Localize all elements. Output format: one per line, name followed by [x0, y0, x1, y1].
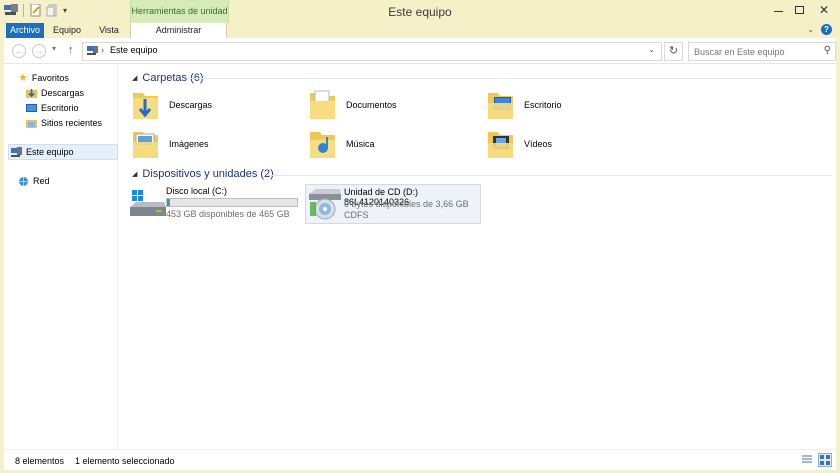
drive-usage-bar — [166, 198, 298, 207]
sidebar-item-este-equipo[interactable]: Este equipo — [8, 144, 118, 160]
collapse-chevron-icon[interactable]: ◢ — [132, 75, 137, 82]
large-icons-view-button[interactable] — [818, 453, 832, 467]
drive-name: Disco local (C:) — [166, 186, 228, 196]
details-view-button[interactable] — [801, 453, 813, 465]
downloads-folder-icon — [133, 93, 158, 119]
close-icon: ✕ — [818, 3, 830, 17]
address-bar[interactable]: › Este equipo ⌄ — [82, 42, 662, 61]
tab-archivo[interactable]: Archivo — [6, 23, 44, 38]
search-box[interactable]: ⚲ — [688, 42, 836, 61]
sidebar-item-red[interactable]: Red — [18, 174, 50, 188]
ribbon-tab-row: Archivo Equipo Vista Administrar — [0, 23, 840, 38]
sidebar-item-label: Red — [33, 176, 50, 186]
sidebar-item-descargas[interactable]: Descargas — [26, 86, 84, 100]
folder-label: Imágenes — [169, 139, 209, 149]
folder-label: Documentos — [346, 100, 397, 110]
minimize-icon — [773, 11, 783, 12]
navigation-bar: ← → ▾ ↑ › Este equipo ⌄ ↻ ⚲ — [4, 38, 836, 64]
content-area: ★ Favoritos Descargas Escritorio Sitios … — [4, 64, 836, 449]
drive-tile-cd[interactable]: Unidad de CD (D:) 86L4120140326 0 bytes … — [305, 184, 481, 224]
drive-free-space: 0 bytes disponibles de 3,66 GB — [344, 199, 469, 209]
refresh-icon: ↻ — [668, 45, 679, 57]
explorer-window: ▾ Herramientas de unidad Este equipo ✕ A… — [0, 0, 840, 473]
recent-places-icon — [26, 119, 37, 128]
folder-tile-escritorio[interactable]: Escritorio — [486, 89, 656, 125]
sidebar-item-label: Escritorio — [41, 103, 79, 113]
sidebar-item-favoritos[interactable]: ★ Favoritos — [18, 71, 69, 85]
forward-button[interactable]: → — [32, 44, 46, 58]
tab-vista[interactable]: Vista — [92, 23, 126, 38]
group-divider — [190, 78, 832, 79]
selection-count: 1 elemento seleccionado — [75, 456, 175, 466]
tab-equipo[interactable]: Equipo — [50, 23, 84, 38]
forward-arrow-icon: → — [34, 46, 44, 56]
folder-tile-musica[interactable]: Música — [308, 128, 478, 164]
search-icon: ⚲ — [823, 45, 831, 56]
documents-folder-icon — [310, 90, 335, 119]
large-icons-view-icon — [820, 455, 830, 465]
group-divider — [266, 175, 832, 176]
collapse-chevron-icon[interactable]: ◢ — [132, 171, 137, 178]
desktop-icon — [26, 103, 37, 112]
navigation-pane: ★ Favoritos Descargas Escritorio Sitios … — [4, 64, 118, 449]
item-count: 8 elementos — [15, 456, 65, 466]
folder-label: Descargas — [169, 100, 213, 110]
up-arrow-icon: ↑ — [68, 44, 74, 56]
star-icon: ★ — [18, 72, 28, 84]
breadcrumb-item[interactable]: Este equipo — [110, 45, 158, 55]
pictures-folder-icon — [133, 132, 158, 158]
status-bar: 8 elementos 1 elemento seleccionado — [4, 449, 836, 470]
window-title: Este equipo — [388, 5, 452, 19]
group-header-label: Dispositivos y unidades (2) — [142, 168, 274, 180]
cd-drive-icon — [309, 189, 341, 220]
back-arrow-icon: ← — [14, 46, 24, 56]
drive-usage-fill — [167, 199, 171, 206]
downloads-icon — [26, 88, 37, 98]
title-bar: ▾ Herramientas de unidad Este equipo ✕ — [0, 0, 840, 23]
computer-icon — [11, 146, 22, 157]
computer-small-icon — [87, 46, 98, 55]
sidebar-item-label: Este equipo — [26, 147, 74, 157]
up-button[interactable]: ↑ — [68, 44, 74, 56]
folder-tile-videos[interactable]: Vídeos — [486, 128, 656, 164]
details-view-icon — [802, 455, 812, 463]
folder-tile-descargas[interactable]: Descargas — [131, 89, 301, 125]
local-disk-icon — [130, 190, 166, 216]
recent-locations-chevron-icon[interactable]: ▾ — [52, 44, 56, 53]
search-input[interactable] — [689, 43, 819, 60]
close-button[interactable]: ✕ — [808, 0, 840, 20]
folder-label: Música — [346, 139, 375, 149]
videos-folder-icon — [488, 132, 513, 158]
drive-filesystem: CDFS — [344, 210, 369, 220]
desktop-folder-icon — [488, 93, 513, 119]
folder-tile-imagenes[interactable]: Imágenes — [131, 128, 301, 164]
sidebar-item-label: Descargas — [41, 88, 85, 98]
group-header-devices[interactable]: ◢ Dispositivos y unidades (2) — [132, 168, 274, 180]
breadcrumb-chevron-icon[interactable]: › — [101, 45, 104, 55]
music-folder-icon — [310, 132, 335, 158]
restore-icon — [794, 6, 804, 14]
address-history-chevron-icon[interactable]: ⌄ — [648, 45, 655, 54]
folder-label: Escritorio — [524, 100, 562, 110]
sidebar-item-label: Sitios recientes — [41, 118, 103, 128]
drive-free-space: 453 GB disponibles de 465 GB — [166, 209, 290, 219]
back-button[interactable]: ← — [12, 44, 26, 58]
expand-ribbon-icon[interactable]: ⌄ — [807, 25, 814, 34]
sidebar-item-escritorio[interactable]: Escritorio — [26, 101, 79, 115]
drive-tile-local-disk[interactable]: Disco local (C:) 453 GB disponibles de 4… — [128, 184, 303, 222]
sidebar-item-sitios-recientes[interactable]: Sitios recientes — [26, 116, 102, 130]
folder-tile-documentos[interactable]: Documentos — [308, 89, 478, 125]
help-button[interactable]: ? — [821, 24, 832, 35]
refresh-button[interactable]: ↻ — [664, 42, 683, 61]
folder-label: Vídeos — [524, 139, 553, 149]
tab-administrar[interactable]: Administrar — [130, 23, 227, 38]
network-icon — [19, 176, 28, 186]
sidebar-item-label: Favoritos — [31, 73, 69, 83]
